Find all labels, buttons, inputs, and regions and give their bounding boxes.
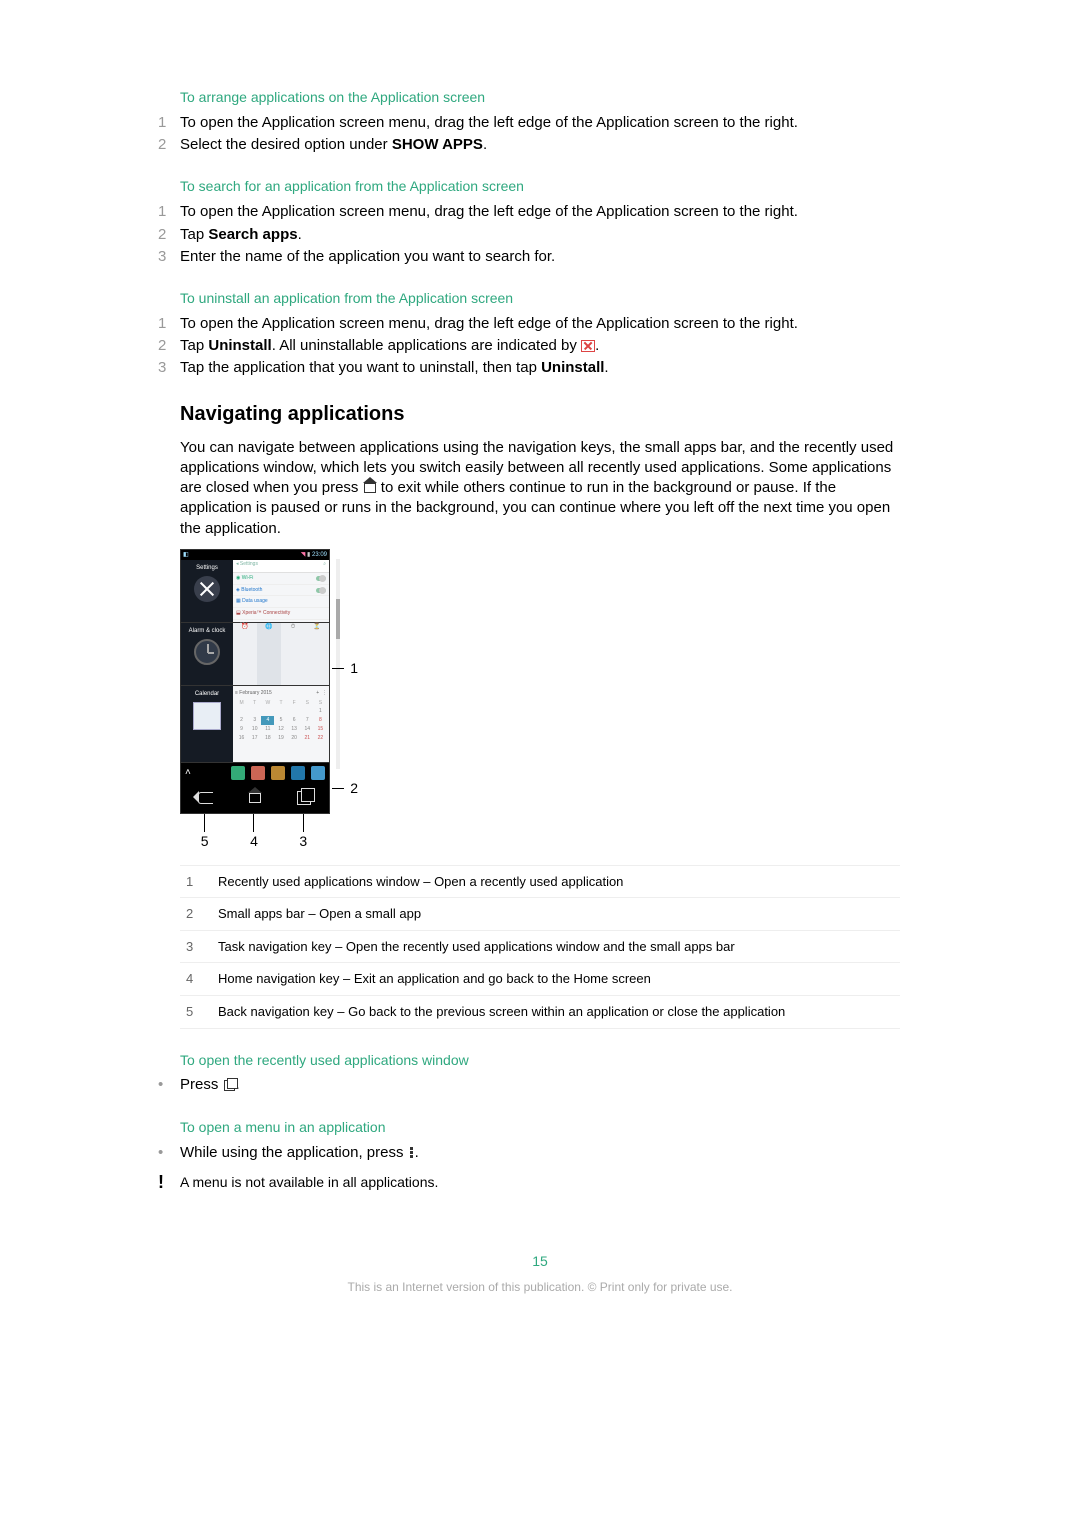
text: Tap the application that you want to uni… [180, 359, 541, 376]
bullet: • [158, 1143, 180, 1163]
navigating-paragraph: You can navigate between applications us… [180, 438, 900, 539]
subheading-uninstall: To uninstall an application from the App… [180, 289, 900, 308]
recent-label: Calendar [181, 690, 233, 698]
steps-search: 1 To open the Application screen menu, d… [180, 202, 900, 267]
scrollbar [336, 559, 340, 769]
text: Tap [180, 337, 208, 354]
chevron-up-icon: ˄ [185, 766, 191, 780]
text: Select the desired option under [180, 136, 392, 153]
recent-row-calendar: Calendar ≡ February 2015+ ⋮ MTWTFSS 1 23… [181, 686, 329, 763]
subheading-open-menu: To open a menu in an application [180, 1118, 900, 1137]
steps-uninstall: 1 To open the Application screen menu, d… [180, 314, 900, 379]
clock-icon [194, 639, 220, 665]
text: While using the application, press [180, 1144, 408, 1161]
heading-navigating: Navigating applications [180, 401, 900, 428]
bold: Uninstall [541, 359, 604, 376]
legend-text: Back navigation key – Go back to the pre… [218, 1003, 785, 1021]
step-text: Tap Uninstall. All uninstallable applica… [180, 336, 900, 356]
step-text: To open the Application screen menu, dra… [180, 314, 900, 334]
step-text: Enter the name of the application you wa… [180, 247, 900, 267]
navigation-bar [181, 783, 329, 813]
legend-text: Home navigation key – Exit an applicatio… [218, 970, 651, 988]
figure-recent-apps: ◧ ◥ ▮ 23:09 Settings ◂ Settings⌕ ◉ Wi-Fi [180, 549, 350, 851]
legend-num: 3 [180, 938, 218, 956]
tools-icon [194, 576, 220, 602]
figure-legend: 1Recently used applications window – Ope… [180, 865, 900, 1029]
legend-num: 2 [180, 905, 218, 923]
footer-text: This is an Internet version of this publ… [180, 1279, 900, 1295]
step-number: 1 [158, 202, 180, 222]
legend-text: Small apps bar – Open a small app [218, 905, 421, 923]
step-number: 2 [158, 336, 180, 356]
bullet: • [158, 1075, 180, 1095]
recent-label: Alarm & clock [181, 627, 233, 635]
step-text: While using the application, press . [180, 1143, 900, 1163]
menu-icon [410, 1147, 413, 1159]
text: . [415, 1144, 419, 1161]
calendar-icon [193, 702, 221, 730]
step-text: Select the desired option under SHOW APP… [180, 135, 900, 155]
text: . [595, 337, 599, 354]
step-number: 3 [158, 358, 180, 378]
small-app-icon [291, 766, 305, 780]
subheading-open-recent: To open the recently used applications w… [180, 1051, 900, 1070]
step-number: 2 [158, 135, 180, 155]
recent-row-alarm: Alarm & clock ⏰ 🌐 ⏱ ⏳ [181, 623, 329, 686]
annot-3: 3 [279, 832, 328, 851]
annot-4: 4 [229, 832, 278, 851]
home-nav-key [230, 783, 279, 813]
step-number: 2 [158, 225, 180, 245]
task-icon [224, 1080, 235, 1091]
steps-arrange: 1 To open the Application screen menu, d… [180, 113, 900, 156]
small-app-icon [271, 766, 285, 780]
small-app-icon [231, 766, 245, 780]
note-text: A menu is not available in all applicati… [180, 1173, 438, 1192]
bold: SHOW APPS [392, 136, 483, 153]
caution-icon: ! [158, 1173, 180, 1192]
step-text: To open the Application screen menu, dra… [180, 202, 900, 222]
subheading-search: To search for an application from the Ap… [180, 177, 900, 196]
step-text: Tap Search apps. [180, 225, 900, 245]
annot-1: 1 [350, 659, 358, 678]
back-nav-key [181, 783, 230, 813]
text: . [298, 226, 302, 243]
step-number: 1 [158, 314, 180, 334]
text: . [483, 136, 487, 153]
recent-label: Settings [181, 564, 233, 572]
text: Tap [180, 226, 208, 243]
page-number: 15 [180, 1252, 900, 1271]
text: Press [180, 1076, 223, 1093]
small-app-icon [251, 766, 265, 780]
step-number: 3 [158, 247, 180, 267]
bold: Search apps [208, 226, 297, 243]
subheading-arrange: To arrange applications on the Applicati… [180, 88, 900, 107]
annot-2: 2 [350, 779, 358, 798]
legend-num: 5 [180, 1003, 218, 1021]
bold: Uninstall [208, 337, 271, 354]
x-icon [581, 340, 595, 352]
text: . [604, 359, 608, 376]
home-icon [364, 483, 376, 493]
small-apps-bar: ˄ [181, 763, 329, 783]
annot-5: 5 [180, 832, 229, 851]
status-bar: ◧ ◥ ▮ 23:09 [181, 550, 329, 560]
legend-text: Recently used applications window – Open… [218, 873, 623, 891]
step-text: Press . [180, 1075, 900, 1095]
text: . All uninstallable applications are ind… [272, 337, 581, 354]
recent-row-settings: Settings ◂ Settings⌕ ◉ Wi-Fi ◈ Bluetooth… [181, 560, 329, 623]
legend-text: Task navigation key – Open the recently … [218, 938, 735, 956]
step-text: Tap the application that you want to uni… [180, 358, 900, 378]
status-time: 23:09 [312, 552, 327, 558]
small-app-icon [311, 766, 325, 780]
step-text: To open the Application screen menu, dra… [180, 113, 900, 133]
step-number: 1 [158, 113, 180, 133]
legend-num: 1 [180, 873, 218, 891]
legend-num: 4 [180, 970, 218, 988]
task-nav-key [280, 783, 329, 813]
